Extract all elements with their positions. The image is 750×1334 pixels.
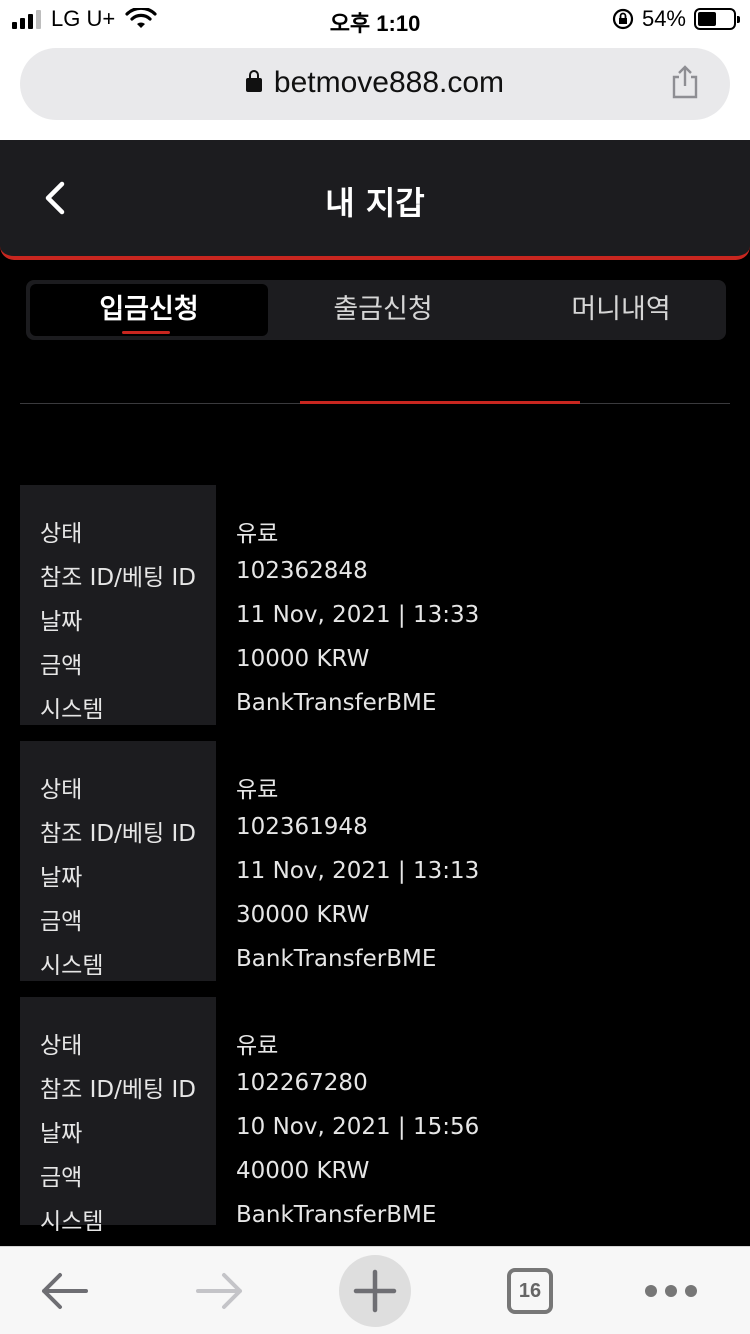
tab-count-badge: 16: [507, 1268, 553, 1314]
new-tab-circle: [339, 1255, 411, 1327]
system-value: BankTransferBME: [236, 946, 437, 972]
status-label: 상태: [40, 1033, 83, 1059]
browser-back-button[interactable]: [24, 1247, 104, 1334]
page-title: 내 지갑: [325, 184, 425, 222]
tab-label: 입금신청: [99, 294, 199, 325]
system-label: 시스템: [40, 953, 104, 979]
browser-forward-button[interactable]: [180, 1247, 260, 1334]
status-label: 상태: [40, 521, 83, 547]
dot-icon: [645, 1285, 657, 1297]
dot-icon: [665, 1285, 677, 1297]
system-value: BankTransferBME: [236, 690, 437, 716]
share-icon[interactable]: [670, 64, 700, 100]
new-tab-button[interactable]: [338, 1247, 412, 1334]
status-bar: LG U+ 오후 1:10 54%: [0, 0, 750, 42]
system-value: BankTransferBME: [236, 1202, 437, 1228]
plus-icon: [353, 1269, 397, 1313]
ref-id-value: 102361948: [236, 814, 368, 840]
url-display[interactable]: betmove888.com: [20, 66, 730, 100]
tab-label: 출금신청: [333, 294, 433, 325]
rotation-lock-icon: [612, 8, 634, 30]
amount-label: 금액: [40, 909, 83, 935]
tabs-overview-button[interactable]: 16: [500, 1247, 560, 1334]
browser-toolbar: 16: [0, 1246, 750, 1334]
battery-icon: [694, 8, 740, 30]
status-label: 상태: [40, 777, 83, 803]
tab-money-history[interactable]: 머니내역: [502, 284, 740, 336]
url-text: betmove888.com: [273, 66, 505, 99]
ref-id-value: 102362848: [236, 558, 368, 584]
arrow-right-icon: [196, 1273, 242, 1309]
status-value: 유료: [236, 521, 279, 547]
address-bar[interactable]: betmove888.com: [20, 48, 730, 120]
transaction-record: 상태 유료 참조 ID/베팅 ID 102362848 날짜 11 Nov, 2…: [20, 485, 730, 725]
date-value: 11 Nov, 2021 | 13:13: [236, 858, 480, 884]
arrow-left-icon: [42, 1273, 88, 1309]
system-label: 시스템: [40, 697, 104, 723]
date-label: 날짜: [40, 609, 83, 635]
wallet-tabs: 입금신청 출금신청 머니내역: [26, 280, 726, 340]
battery-percent: 54%: [641, 6, 686, 31]
app-header: 내 지갑: [0, 140, 750, 260]
section-divider: [20, 401, 730, 404]
active-tab-indicator: [122, 331, 170, 334]
transaction-record: 상태 유료 참조 ID/베팅 ID 102361948 날짜 11 Nov, 2…: [20, 741, 730, 981]
date-value: 11 Nov, 2021 | 13:33: [236, 602, 480, 628]
more-menu-button[interactable]: [636, 1247, 706, 1334]
amount-label: 금액: [40, 653, 83, 679]
tab-label: 머니내역: [571, 294, 671, 325]
status-value: 유료: [236, 1033, 279, 1059]
ref-id-label: 참조 ID/베팅 ID: [40, 1077, 196, 1103]
tab-withdraw-request[interactable]: 출금신청: [264, 284, 502, 336]
amount-value: 40000 KRW: [236, 1158, 370, 1184]
divider-accent: [300, 401, 580, 404]
status-right: 54%: [612, 6, 740, 32]
dot-icon: [685, 1285, 697, 1297]
date-label: 날짜: [40, 865, 83, 891]
system-label: 시스템: [40, 1209, 104, 1235]
tab-deposit-request[interactable]: 입금신청: [30, 284, 268, 336]
browser-address-area: betmove888.com: [0, 42, 750, 140]
transaction-record: 상태 유료 참조 ID/베팅 ID 102267280 날짜 10 Nov, 2…: [20, 997, 730, 1237]
amount-value: 30000 KRW: [236, 902, 370, 928]
status-value: 유료: [236, 777, 279, 803]
date-value: 10 Nov, 2021 | 15:56: [236, 1114, 480, 1140]
date-label: 날짜: [40, 1121, 83, 1147]
amount-value: 10000 KRW: [236, 646, 370, 672]
lock-icon: [245, 70, 262, 92]
ref-id-value: 102267280: [236, 1070, 368, 1096]
amount-label: 금액: [40, 1165, 83, 1191]
ref-id-label: 참조 ID/베팅 ID: [40, 565, 196, 591]
ref-id-label: 참조 ID/베팅 ID: [40, 821, 196, 847]
